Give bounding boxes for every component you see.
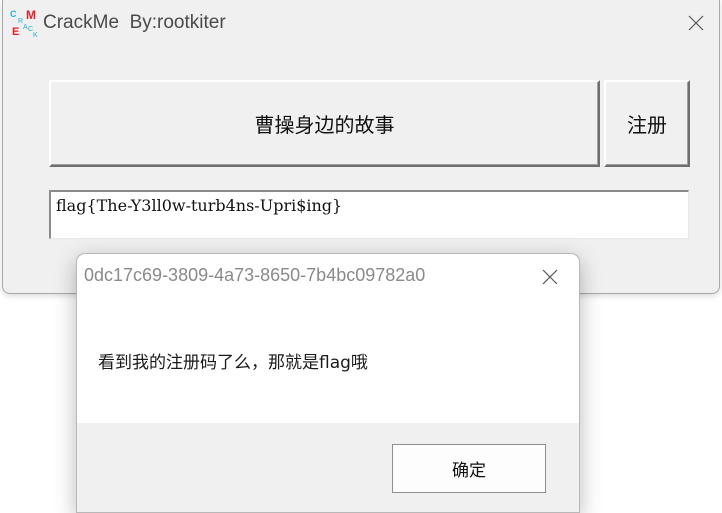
dialog-footer: 确定 <box>77 423 579 512</box>
close-icon <box>542 269 558 285</box>
close-icon <box>688 15 704 31</box>
story-button[interactable]: 曹操身边的故事 <box>49 80 600 167</box>
svg-text:M: M <box>26 8 36 22</box>
close-button[interactable] <box>679 6 713 40</box>
dialog-title: 0dc17c69-3809-4a73-8650-7b4bc09782a0 <box>84 265 426 285</box>
dialog-message: 看到我的注册码了么，那就是flag哦 <box>98 353 368 373</box>
svg-text:C: C <box>10 9 17 19</box>
title-bar[interactable]: C M R A E C K CrackMe By:rootkiter <box>3 0 719 46</box>
message-dialog: 0dc17c69-3809-4a73-8650-7b4bc09782a0 看到我… <box>76 253 580 513</box>
dialog-close-button[interactable] <box>535 262 565 292</box>
window-title: CrackMe By:rootkiter <box>43 12 226 33</box>
svg-text:K: K <box>33 32 38 38</box>
crackme-app-icon: C M R A E C K <box>10 8 38 38</box>
ok-button[interactable]: 确定 <box>392 444 546 493</box>
register-button[interactable]: 注册 <box>604 80 690 167</box>
svg-text:E: E <box>12 26 19 38</box>
crackme-window: C M R A E C K CrackMe By:rootkiter 曹操身边的… <box>2 0 720 294</box>
flag-input[interactable]: flag{The-Y3ll0w-turb4ns-Upri$ing} <box>49 190 689 239</box>
